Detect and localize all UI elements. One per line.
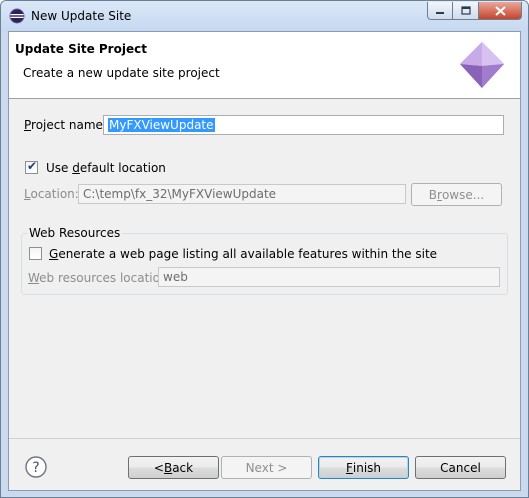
checkmark-icon: ✔ — [27, 159, 38, 173]
eclipse-icon — [9, 8, 25, 24]
generate-web-page-checkbox[interactable] — [29, 247, 42, 260]
project-name-value: MyFXViewUpdate — [108, 118, 215, 132]
web-resources-location-label-text: eb resources location: — [39, 271, 172, 285]
wizard-banner: Update Site Project Create a new update … — [9, 32, 520, 99]
back-label-post: ack — [172, 460, 194, 475]
next-button[interactable]: Next > — [221, 456, 312, 479]
project-name-label-text: roject name: — [31, 118, 107, 132]
window-title: New Update Site — [31, 9, 132, 23]
maximize-button[interactable] — [453, 2, 479, 20]
wizard-client-area: Update Site Project Create a new update … — [8, 31, 521, 491]
new-update-site-window: New Update Site Update Site Project Crea… — [0, 0, 529, 498]
generate-mnemonic: G — [49, 247, 59, 261]
close-icon — [494, 5, 506, 16]
browse-label-post: owse... — [441, 187, 485, 202]
use-default-location-label-pre: Use — [46, 161, 73, 175]
back-button[interactable]: < Back — [128, 456, 219, 479]
browse-label-pre: B — [428, 187, 438, 202]
title-bar[interactable]: New Update Site — [1, 1, 528, 31]
minimize-button[interactable] — [427, 2, 453, 20]
wizard-diamond-icon — [460, 42, 504, 88]
web-resources-group-title: Web Resources — [27, 226, 123, 240]
back-label-pre: < — [153, 460, 164, 475]
use-default-location-label-post: efault location — [79, 161, 166, 175]
location-label: Location: — [24, 187, 79, 201]
web-resources-location-mnemonic: W — [28, 271, 40, 285]
close-button[interactable] — [479, 2, 522, 20]
web-resources-location-label: Web resources location: — [28, 271, 172, 285]
help-icon[interactable]: ? — [25, 456, 47, 478]
web-resources-location-input[interactable]: web — [158, 267, 500, 287]
cancel-button[interactable]: Cancel — [415, 456, 506, 479]
use-default-location-checkbox[interactable]: ✔ — [25, 159, 38, 174]
back-mnemonic: B — [163, 460, 173, 475]
location-label-text: ocation: — [30, 187, 79, 201]
use-default-location-label[interactable]: Use default location — [46, 161, 166, 175]
browse-button[interactable]: Br owse... — [411, 183, 502, 206]
finish-button[interactable]: Finish — [318, 456, 409, 479]
button-bar-separator — [9, 438, 520, 439]
use-default-location-mnemonic: d — [72, 161, 80, 175]
maximize-icon — [460, 6, 471, 15]
generate-label-text: enerate a web page listing all available… — [58, 247, 438, 261]
finish-mnemonic: F — [345, 460, 353, 475]
page-title: Update Site Project — [15, 42, 147, 56]
svg-text:?: ? — [32, 460, 39, 476]
finish-label-post: inish — [352, 460, 382, 475]
project-name-mnemonic: P — [24, 118, 32, 132]
generate-web-page-label[interactable]: Generate a web page listing all availabl… — [49, 247, 437, 261]
project-name-input[interactable]: MyFXViewUpdate — [103, 115, 504, 135]
page-description: Create a new update site project — [23, 66, 220, 80]
caption-buttons — [427, 2, 522, 20]
minimize-icon — [436, 11, 444, 14]
project-name-label: Project name: — [24, 118, 107, 132]
location-input[interactable]: C:\temp\fx_32\MyFXViewUpdate — [78, 184, 406, 204]
